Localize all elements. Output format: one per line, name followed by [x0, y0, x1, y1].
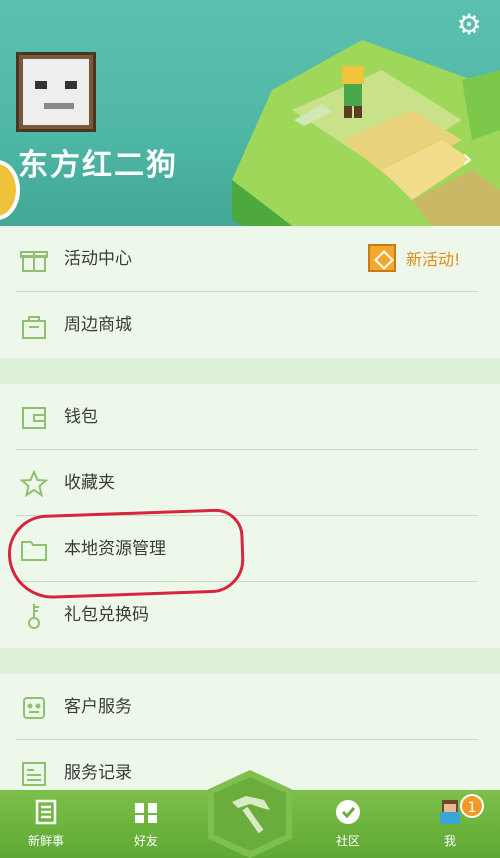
minecraft-scene-illustration	[232, 20, 500, 226]
menu-item-merch-store[interactable]: 周边商城	[0, 292, 500, 358]
news-icon	[32, 798, 60, 826]
tab-label: 我	[443, 834, 456, 848]
customer-service-icon	[20, 694, 48, 722]
menu-item-activity-center[interactable]: 活动中心 新活动!	[0, 226, 500, 292]
gift-icon	[20, 246, 48, 274]
side-drawer-handle[interactable]	[0, 160, 20, 220]
tab-community[interactable]: 社区	[308, 796, 388, 854]
notification-badge: 1	[460, 794, 484, 818]
menu-item-label: 钱包	[64, 407, 98, 427]
menu-item-label: 服务记录	[64, 763, 132, 783]
shopping-bag-icon	[20, 312, 48, 340]
wallet-icon	[20, 404, 48, 432]
menu-item-label: 活动中心	[64, 249, 132, 269]
records-icon	[20, 760, 48, 788]
tab-friends[interactable]: 好友	[106, 796, 186, 854]
menu-item-favorites[interactable]: 收藏夹	[0, 450, 500, 516]
chevron-right-icon[interactable]: ›	[462, 144, 472, 174]
new-activity-text: 新活动!	[406, 250, 461, 269]
key-icon	[20, 602, 48, 630]
tab-label: 社区	[335, 834, 360, 848]
community-icon	[334, 798, 362, 826]
menu-item-label: 客户服务	[64, 697, 132, 717]
pickaxe-icon	[232, 796, 270, 834]
user-avatar[interactable]	[16, 52, 96, 132]
menu-item-label: 礼包兑换码	[64, 605, 149, 625]
star-icon	[19, 469, 49, 498]
tab-label: 好友	[133, 834, 158, 848]
friends-icon	[132, 798, 160, 826]
menu-item-label: 收藏夹	[64, 473, 115, 493]
menu-item-label: 周边商城	[64, 315, 132, 335]
red-annotation-circle	[6, 507, 246, 601]
tab-label: 新鲜事	[27, 834, 64, 848]
menu-item-wallet[interactable]: 钱包	[0, 384, 500, 450]
avatar-face	[23, 59, 89, 125]
tab-news[interactable]: 新鲜事	[6, 796, 86, 854]
menu-group-activities: 活动中心 新活动! 周边商城	[0, 226, 500, 358]
new-activity-badge[interactable]: 新活动!	[368, 244, 460, 272]
gear-icon[interactable]: ⚙	[452, 8, 486, 42]
username[interactable]: 东方红二狗	[18, 140, 178, 184]
activity-badge-icon	[368, 244, 396, 272]
menu-item-customer-service[interactable]: 客户服务	[0, 674, 500, 740]
profile-header: 东方红二狗 ⚙ ›	[0, 0, 500, 226]
